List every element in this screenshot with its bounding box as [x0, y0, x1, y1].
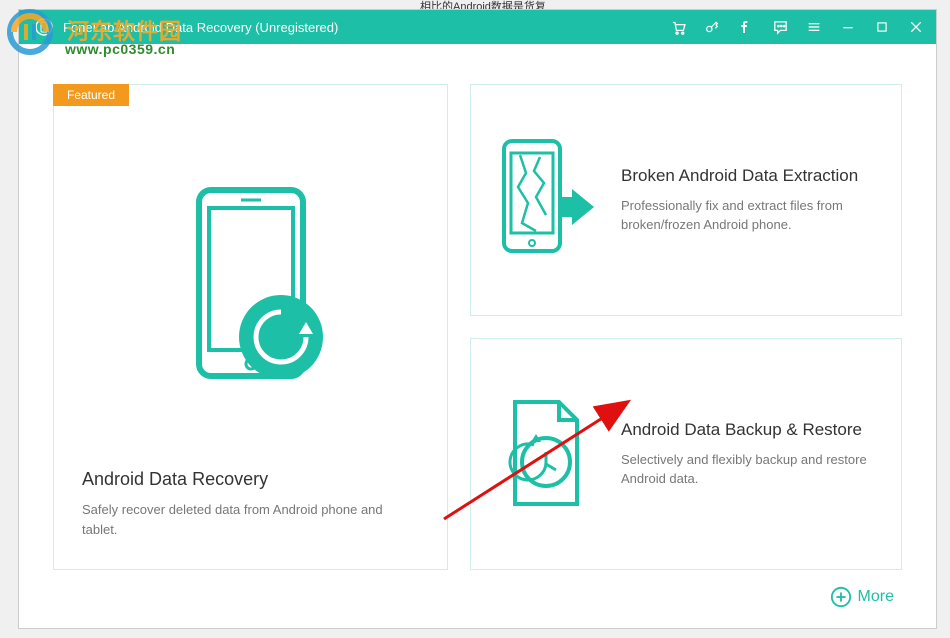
cart-icon[interactable]: [668, 17, 688, 37]
card-broken-desc: Professionally fix and extract files fro…: [621, 196, 877, 235]
titlebar: FoneLab Android Data Recovery (Unregiste…: [19, 10, 936, 44]
minimize-icon[interactable]: [838, 17, 858, 37]
app-window: FoneLab Android Data Recovery (Unregiste…: [18, 9, 937, 629]
card-backup-title: Android Data Backup & Restore: [621, 420, 877, 440]
more-button[interactable]: More: [53, 586, 902, 608]
maximize-icon[interactable]: [872, 17, 892, 37]
card-backup-text: Android Data Backup & Restore Selectivel…: [621, 420, 877, 489]
card-broken-title: Broken Android Data Extraction: [621, 166, 877, 186]
card-backup-desc: Selectively and flexibly backup and rest…: [621, 450, 877, 489]
featured-badge: Featured: [53, 84, 129, 106]
card-broken-text: Broken Android Data Extraction Professio…: [621, 166, 877, 235]
card-recovery-desc: Safely recover deleted data from Android…: [82, 500, 419, 539]
facebook-icon[interactable]: [736, 17, 756, 37]
more-label: More: [858, 588, 894, 606]
feedback-icon[interactable]: [770, 17, 790, 37]
card-recovery-title: Android Data Recovery: [82, 469, 419, 490]
app-title: FoneLab Android Data Recovery (Unregiste…: [63, 20, 338, 35]
card-android-data-recovery[interactable]: Featured Android Data Recovery Safely re: [53, 84, 448, 570]
broken-phone-icon: [491, 135, 601, 265]
cards-row: Featured Android Data Recovery Safely re: [53, 84, 902, 570]
close-icon[interactable]: [906, 17, 926, 37]
app-logo-icon: [35, 18, 53, 36]
phone-recovery-icon: [82, 125, 419, 449]
titlebar-right: [668, 17, 926, 37]
right-column: Broken Android Data Extraction Professio…: [470, 84, 902, 570]
key-icon[interactable]: [702, 17, 722, 37]
backup-file-icon: [491, 394, 601, 514]
main-content: Featured Android Data Recovery Safely re: [19, 44, 936, 628]
card-broken-extraction[interactable]: Broken Android Data Extraction Professio…: [470, 84, 902, 316]
card-recovery-text: Android Data Recovery Safely recover del…: [82, 469, 419, 539]
card-backup-restore[interactable]: Android Data Backup & Restore Selectivel…: [470, 338, 902, 570]
plus-circle-icon: [830, 586, 852, 608]
titlebar-left: FoneLab Android Data Recovery (Unregiste…: [35, 18, 338, 36]
menu-icon[interactable]: [804, 17, 824, 37]
